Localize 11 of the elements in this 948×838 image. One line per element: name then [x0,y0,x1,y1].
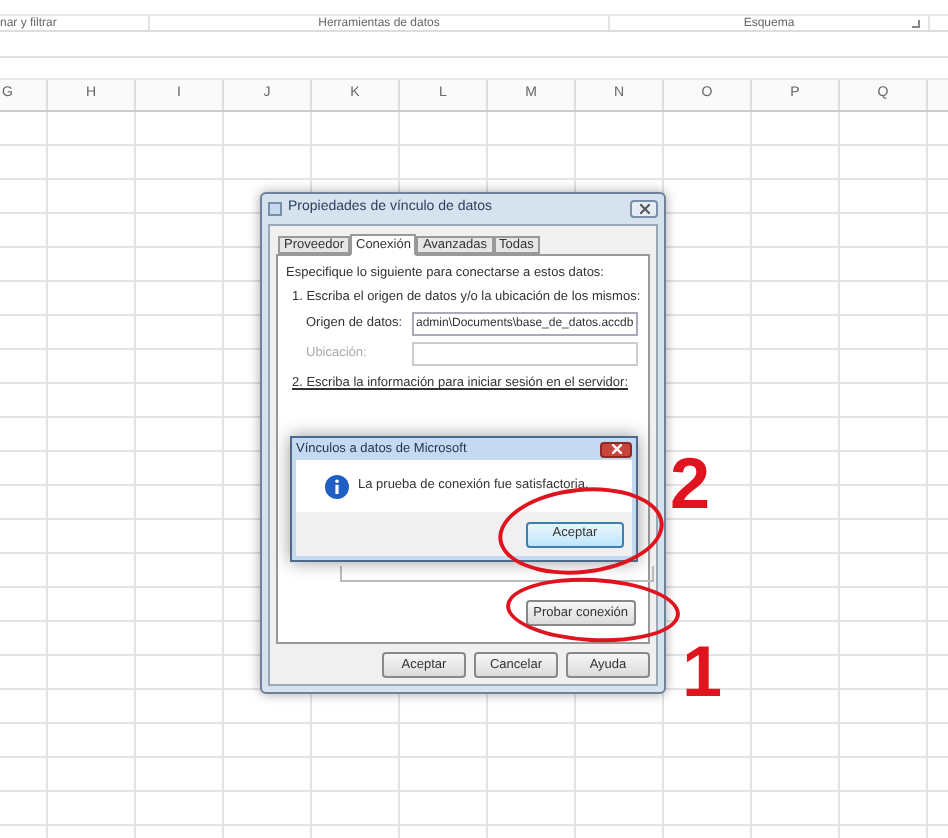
info-icon [324,473,350,499]
close-icon [639,204,649,214]
dialog-launcher-icon[interactable] [912,20,920,28]
annotation-number: 1 [682,636,723,708]
close-button[interactable] [630,200,658,218]
close-icon [611,444,621,454]
list-field[interactable] [340,566,654,582]
close-button[interactable] [600,441,632,457]
annotation-number: 2 [670,448,711,520]
app-icon [268,202,282,216]
input-field[interactable] [412,342,638,366]
